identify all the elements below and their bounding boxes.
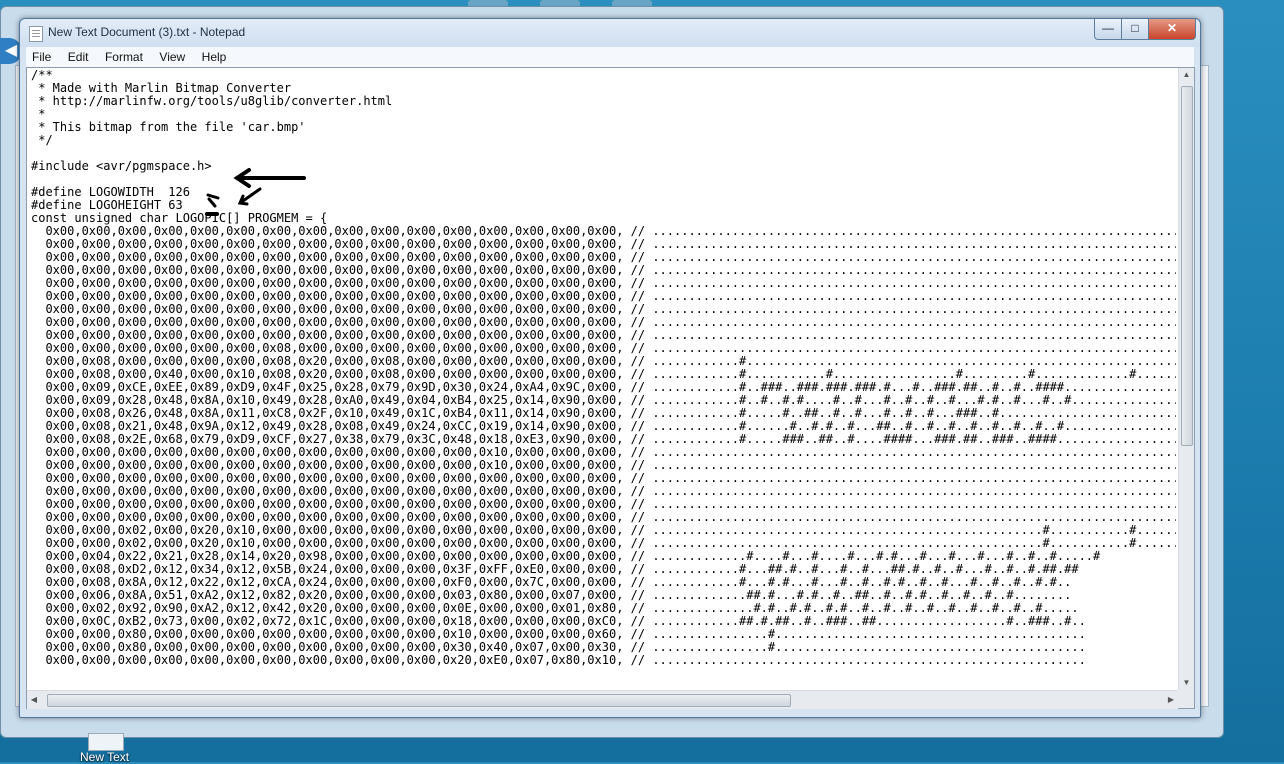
mark-width-icon — [206, 193, 220, 208]
scroll-down-icon[interactable]: ▼ — [1179, 676, 1194, 690]
window-title: New Text Document (3).txt - Notepad — [48, 25, 246, 39]
maximize-button[interactable]: □ — [1121, 19, 1149, 40]
menu-edit[interactable]: Edit — [62, 47, 95, 67]
menu-file[interactable]: File — [26, 47, 57, 67]
vertical-scroll-thumb[interactable] — [1181, 86, 1193, 446]
notepad-icon — [29, 26, 43, 42]
horizontal-scrollbar[interactable]: ◀ ▶ — [27, 690, 1178, 709]
arrow-include-icon — [233, 168, 306, 188]
menu-help[interactable]: Help — [196, 47, 233, 67]
menu-format[interactable]: Format — [99, 47, 149, 67]
scroll-left-icon[interactable]: ◀ — [27, 691, 41, 709]
scrollbar-corner — [1178, 690, 1194, 708]
desktop-file-icon[interactable] — [88, 733, 124, 751]
vertical-scrollbar[interactable]: ▲ ▼ — [1178, 68, 1194, 690]
text-editor[interactable]: /** * Made with Marlin Bitmap Converter … — [26, 67, 1195, 709]
scroll-up-icon[interactable]: ▲ — [1179, 68, 1194, 82]
notepad-window: New Text Document (3).txt - Notepad — □ … — [19, 18, 1201, 718]
horizontal-scroll-thumb[interactable] — [47, 694, 791, 707]
close-button[interactable]: ✕ — [1148, 19, 1196, 40]
menu-view[interactable]: View — [153, 47, 191, 67]
title-bar[interactable]: New Text Document (3).txt - Notepad — □ … — [20, 19, 1200, 47]
handwritten-arrows — [205, 168, 306, 216]
scroll-right-icon[interactable]: ▶ — [1164, 691, 1178, 709]
minimize-button[interactable]: — — [1094, 19, 1122, 40]
menu-bar: File Edit Format View Help — [26, 47, 1194, 68]
arrow-define-icon — [237, 187, 262, 206]
